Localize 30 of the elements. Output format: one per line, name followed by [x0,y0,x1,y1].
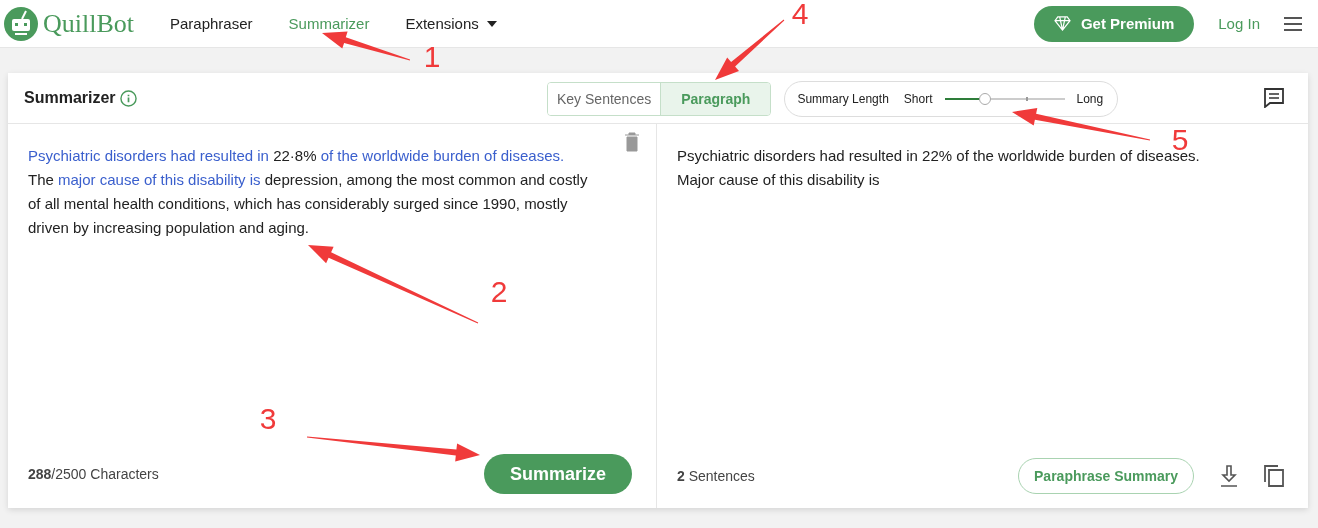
get-premium-button[interactable]: Get Premium [1033,5,1195,42]
summary-length-label: Summary Length [797,92,889,106]
long-label: Long [1076,92,1104,106]
tool-title: Summarizer [24,89,116,107]
character-count: 288/2500 Characters [28,466,159,482]
nav-link[interactable]: Extensions [405,15,497,32]
mode-tab[interactable]: Paragraph [660,83,771,115]
download-icon[interactable] [1220,465,1238,487]
annotation-number: 1 [423,40,441,73]
sentence-count: 2 Sentences [677,468,755,484]
annotation-number: 2 [490,275,508,308]
annotation-number: 3 [259,402,277,435]
brand-name[interactable]: QuillBot [43,8,134,39]
short-label: Short [903,92,933,106]
login-link[interactable]: Log In [1218,15,1260,32]
comment-icon[interactable] [1264,88,1284,108]
nav-link[interactable]: Paraphraser [170,15,253,32]
menu-icon[interactable] [1284,16,1302,31]
copy-icon[interactable] [1264,465,1284,487]
slider-thumb[interactable] [979,93,992,105]
trash-icon[interactable] [624,132,640,152]
info-icon[interactable] [119,89,137,107]
diamond-icon [1053,16,1071,31]
robot-logo-icon[interactable] [4,6,38,41]
nav-link[interactable]: Summarizer [288,15,370,32]
paraphrase-summary-button[interactable]: Paraphrase Summary [1018,458,1194,494]
annotation-arrow [715,19,785,80]
input-text[interactable]: Psychiatric disorders had resulted in 22·8% of the worldwide burden of diseases. The major cause of this disability is depression, among the most common and costly of all mental health conditions, which has considerably surged since 1990, mostly driven by increasing population and aging. [28,144,588,240]
summarize-button[interactable]: Summarize [484,454,632,494]
annotation-number: 4 [791,0,809,30]
